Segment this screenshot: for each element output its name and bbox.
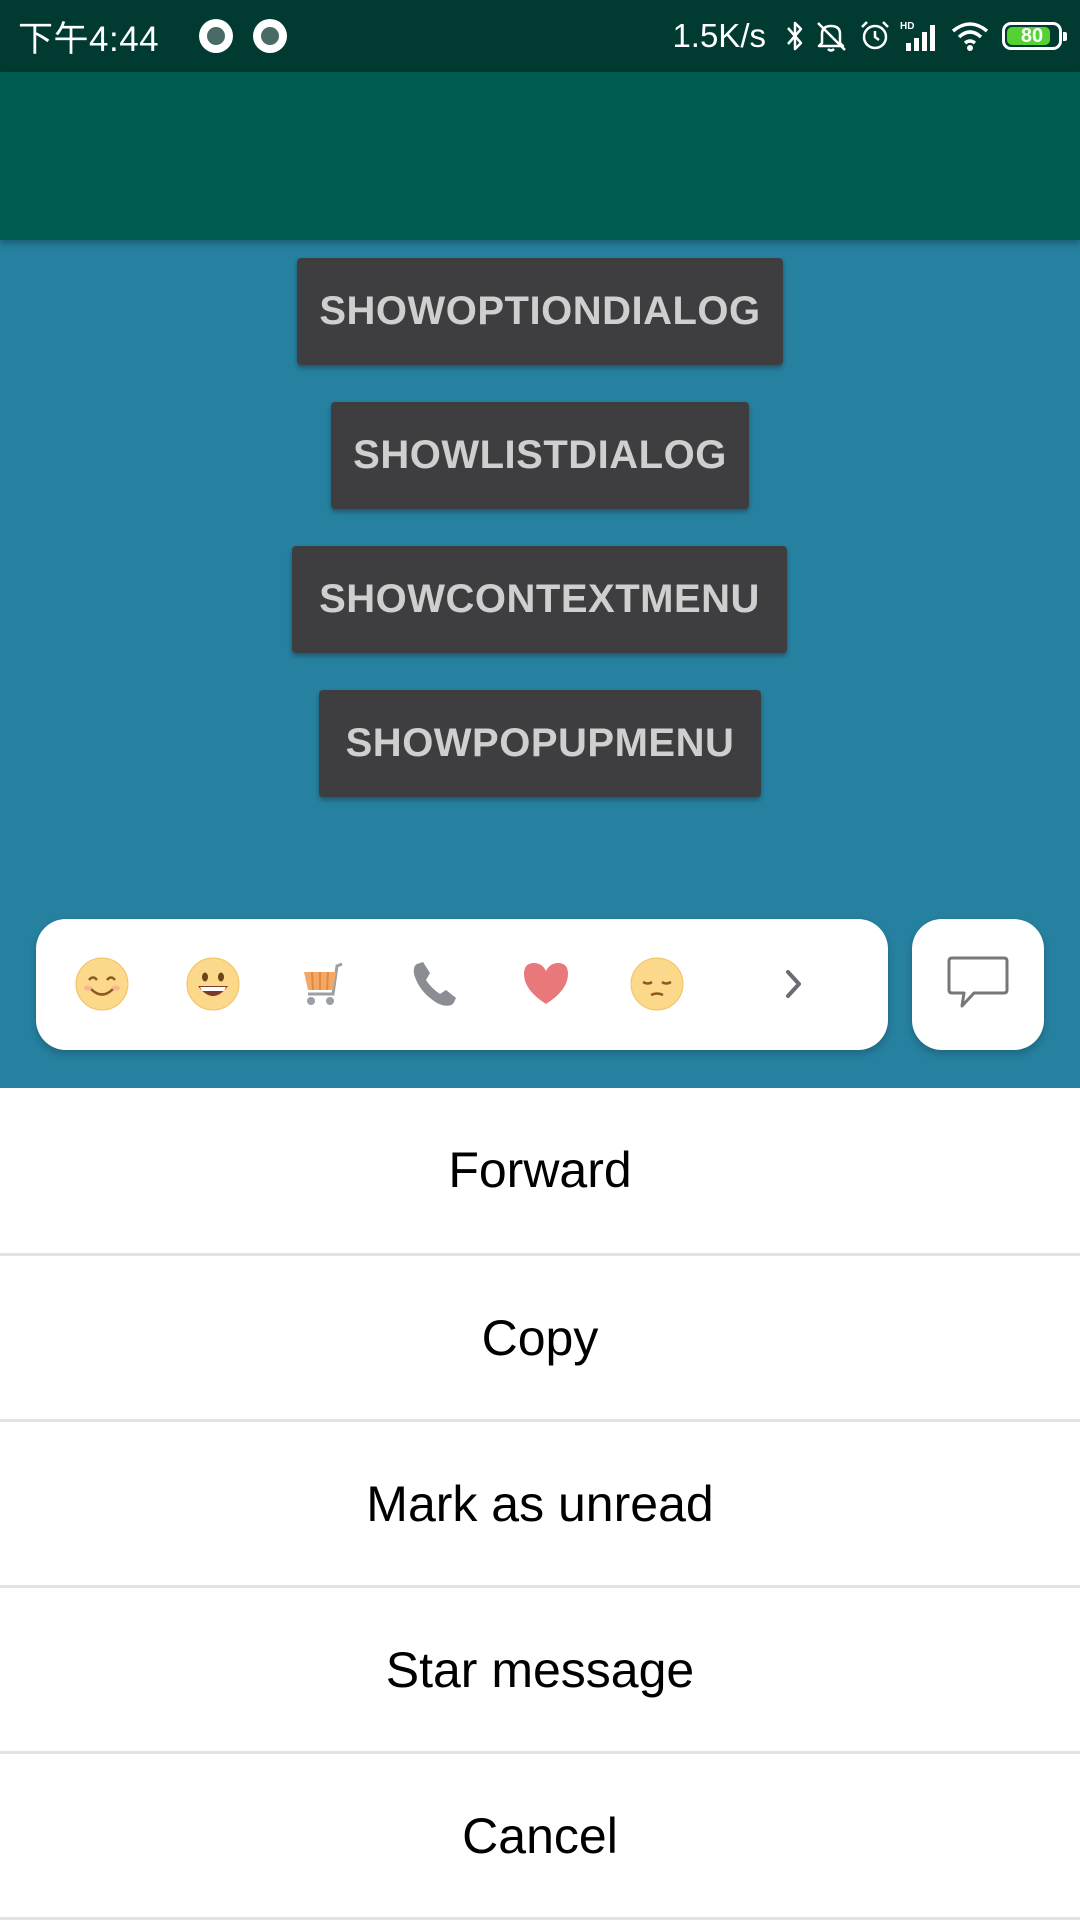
grinning-face-icon[interactable] (173, 944, 253, 1024)
sheet-item-star-message[interactable]: Star message (0, 1588, 1080, 1752)
show-context-menu-button[interactable]: SHOWCONTEXTMENU (292, 546, 787, 653)
smiling-face-icon[interactable] (62, 944, 142, 1024)
content-area: SHOWOPTIONDIALOG SHOWLISTDIALOG SHOWCONT… (0, 240, 1080, 1088)
bottom-sheet: Forward Copy Mark as unread Star message… (0, 1088, 1080, 1920)
status-time: 下午4:44 (18, 19, 160, 59)
show-option-dialog-button[interactable]: SHOWOPTIONDIALOG (297, 258, 783, 365)
mute-icon (814, 19, 850, 53)
chat-bubble-icon (946, 954, 1010, 1016)
network-speed: 1.5K/s (672, 17, 766, 54)
chevron-right-icon[interactable] (753, 944, 833, 1024)
notification-dot-icon (199, 19, 234, 53)
emoji-bar (36, 919, 888, 1050)
phone-icon[interactable] (395, 944, 475, 1024)
chat-button[interactable] (912, 919, 1044, 1050)
bluetooth-icon (784, 19, 806, 53)
battery-icon: 80 (1002, 22, 1067, 50)
sheet-item-forward[interactable]: Forward (0, 1088, 1080, 1252)
alarm-icon (858, 19, 892, 53)
sheet-item-copy[interactable]: Copy (0, 1256, 1080, 1420)
show-popup-menu-button[interactable]: SHOWPOPUPMENU (319, 690, 761, 797)
hd-signal-icon: HD (900, 19, 942, 53)
sheet-item-cancel[interactable]: Cancel (0, 1754, 1080, 1918)
pensive-face-icon[interactable] (617, 944, 697, 1024)
heart-icon[interactable] (506, 944, 586, 1024)
battery-level: 80 (1020, 24, 1044, 47)
shopping-cart-icon[interactable] (284, 944, 364, 1024)
svg-text:HD: HD (900, 21, 914, 32)
app-bar (0, 72, 1080, 240)
notification-dot-icon (253, 19, 288, 53)
sheet-item-mark-unread[interactable]: Mark as unread (0, 1422, 1080, 1586)
wifi-icon (950, 19, 990, 53)
screen: 下午4:44 1.5K/s HD 80 SHOWOPTIONDIALOG SHO… (0, 0, 1080, 1920)
show-list-dialog-button[interactable]: SHOWLISTDIALOG (331, 402, 749, 509)
status-bar: 下午4:44 1.5K/s HD 80 (0, 0, 1080, 72)
